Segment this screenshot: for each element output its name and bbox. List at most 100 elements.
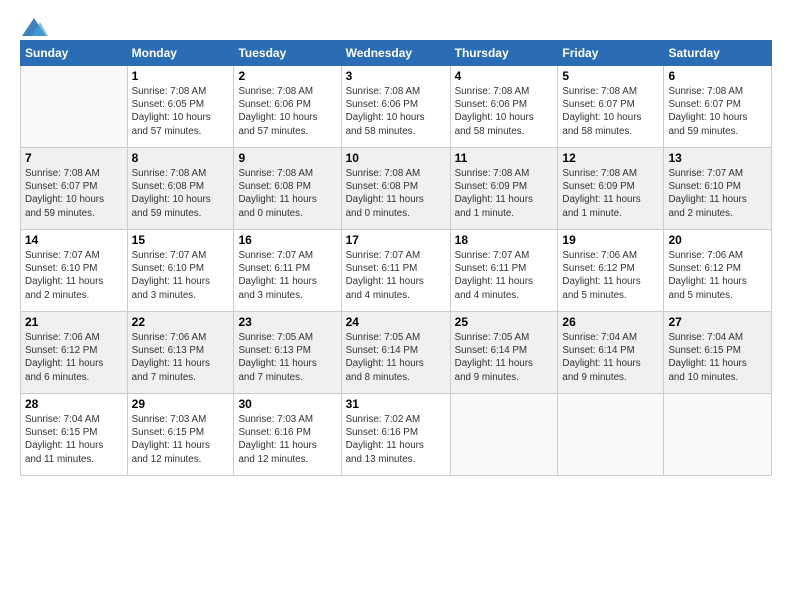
cell-date: 18 <box>455 233 554 247</box>
calendar-cell: 14 Sunrise: 7:07 AMSunset: 6:10 PMDayligh… <box>21 230 128 312</box>
calendar-cell: 29 Sunrise: 7:03 AMSunset: 6:15 PMDayligh… <box>127 394 234 476</box>
calendar-cell: 18Sunrise: 7:07 AMSunset: 6:11 PMDayligh… <box>450 230 558 312</box>
calendar-cell: 31Sunrise: 7:02 AMSunset: 6:16 PMDayligh… <box>341 394 450 476</box>
calendar-cell: 23 Sunrise: 7:05 AMSunset: 6:13 PMDayligh… <box>234 312 341 394</box>
cell-date: 12 <box>562 151 659 165</box>
cell-date: 20 <box>668 233 767 247</box>
cell-date: 15 <box>132 233 230 247</box>
cell-date: 7 <box>25 151 123 165</box>
cell-info: Sunrise: 7:05 AMSunset: 6:13 PMDaylight:… <box>238 331 336 384</box>
cell-info: Sunrise: 7:07 AMSunset: 6:10 PMDaylight:… <box>668 167 767 220</box>
cell-info: Sunrise: 7:03 AMSunset: 6:15 PMDaylight:… <box>132 413 230 466</box>
cell-date: 29 <box>132 397 230 411</box>
header <box>20 16 772 34</box>
cell-date: 26 <box>562 315 659 329</box>
day-header-sunday: Sunday <box>21 41 128 66</box>
cell-info: Sunrise: 7:08 AMSunset: 6:06 PMDaylight:… <box>455 85 554 138</box>
calendar-cell <box>21 66 128 148</box>
cell-date: 31 <box>346 397 446 411</box>
calendar-cell: 21 Sunrise: 7:06 AMSunset: 6:12 PMDayligh… <box>21 312 128 394</box>
calendar-cell: 10 Sunrise: 7:08 AMSunset: 6:08 PMDayligh… <box>341 148 450 230</box>
cell-info: Sunrise: 7:07 AMSunset: 6:10 PMDaylight:… <box>132 249 230 302</box>
cell-date: 25 <box>455 315 554 329</box>
calendar-cell: 15 Sunrise: 7:07 AMSunset: 6:10 PMDayligh… <box>127 230 234 312</box>
calendar-cell: 4 Sunrise: 7:08 AMSunset: 6:06 PMDaylight… <box>450 66 558 148</box>
calendar-cell: 9Sunrise: 7:08 AMSunset: 6:08 PMDaylight… <box>234 148 341 230</box>
calendar-week-row: 14 Sunrise: 7:07 AMSunset: 6:10 PMDayligh… <box>21 230 772 312</box>
cell-info: Sunrise: 7:08 AMSunset: 6:08 PMDaylight:… <box>238 167 336 220</box>
cell-date: 10 <box>346 151 446 165</box>
cell-info: Sunrise: 7:06 AMSunset: 6:12 PMDaylight:… <box>25 331 123 384</box>
cell-date: 2 <box>238 69 336 83</box>
calendar-week-row: 21 Sunrise: 7:06 AMSunset: 6:12 PMDayligh… <box>21 312 772 394</box>
cell-info: Sunrise: 7:05 AMSunset: 6:14 PMDaylight:… <box>346 331 446 384</box>
cell-info: Sunrise: 7:08 AMSunset: 6:09 PMDaylight:… <box>562 167 659 220</box>
cell-info: Sunrise: 7:08 AMSunset: 6:06 PMDaylight:… <box>238 85 336 138</box>
calendar-cell: 30 Sunrise: 7:03 AMSunset: 6:16 PMDayligh… <box>234 394 341 476</box>
cell-date: 4 <box>455 69 554 83</box>
cell-date: 6 <box>668 69 767 83</box>
calendar-header: SundayMondayTuesdayWednesdayThursdayFrid… <box>21 41 772 66</box>
cell-info: Sunrise: 7:04 AMSunset: 6:15 PMDaylight:… <box>668 331 767 384</box>
cell-date: 8 <box>132 151 230 165</box>
cell-info: Sunrise: 7:08 AMSunset: 6:06 PMDaylight:… <box>346 85 446 138</box>
calendar-body: 1 Sunrise: 7:08 AMSunset: 6:05 PMDaylight… <box>21 66 772 476</box>
cell-info: Sunrise: 7:05 AMSunset: 6:14 PMDaylight:… <box>455 331 554 384</box>
cell-info: Sunrise: 7:06 AMSunset: 6:12 PMDaylight:… <box>668 249 767 302</box>
cell-info: Sunrise: 7:08 AMSunset: 6:05 PMDaylight:… <box>132 85 230 138</box>
calendar-cell: 27 Sunrise: 7:04 AMSunset: 6:15 PMDayligh… <box>664 312 772 394</box>
calendar-cell: 22Sunrise: 7:06 AMSunset: 6:13 PMDayligh… <box>127 312 234 394</box>
cell-info: Sunrise: 7:08 AMSunset: 6:07 PMDaylight:… <box>668 85 767 138</box>
cell-date: 27 <box>668 315 767 329</box>
logo-icon <box>20 16 48 38</box>
cell-info: Sunrise: 7:08 AMSunset: 6:08 PMDaylight:… <box>132 167 230 220</box>
calendar-cell: 25 Sunrise: 7:05 AMSunset: 6:14 PMDayligh… <box>450 312 558 394</box>
calendar-table: SundayMondayTuesdayWednesdayThursdayFrid… <box>20 40 772 476</box>
cell-date: 19 <box>562 233 659 247</box>
calendar-cell: 17Sunrise: 7:07 AMSunset: 6:11 PMDayligh… <box>341 230 450 312</box>
calendar-cell: 20 Sunrise: 7:06 AMSunset: 6:12 PMDayligh… <box>664 230 772 312</box>
cell-date: 24 <box>346 315 446 329</box>
calendar-cell: 28Sunrise: 7:04 AMSunset: 6:15 PMDayligh… <box>21 394 128 476</box>
day-header-tuesday: Tuesday <box>234 41 341 66</box>
cell-info: Sunrise: 7:06 AMSunset: 6:12 PMDaylight:… <box>562 249 659 302</box>
cell-info: Sunrise: 7:08 AMSunset: 6:08 PMDaylight:… <box>346 167 446 220</box>
calendar-cell: 8 Sunrise: 7:08 AMSunset: 6:08 PMDaylight… <box>127 148 234 230</box>
calendar-cell: 5Sunrise: 7:08 AMSunset: 6:07 PMDaylight… <box>558 66 664 148</box>
cell-info: Sunrise: 7:03 AMSunset: 6:16 PMDaylight:… <box>238 413 336 466</box>
calendar-cell <box>664 394 772 476</box>
calendar-cell: 26 Sunrise: 7:04 AMSunset: 6:14 PMDayligh… <box>558 312 664 394</box>
calendar-cell <box>558 394 664 476</box>
cell-date: 11 <box>455 151 554 165</box>
calendar-cell: 7 Sunrise: 7:08 AMSunset: 6:07 PMDaylight… <box>21 148 128 230</box>
calendar-cell: 16Sunrise: 7:07 AMSunset: 6:11 PMDayligh… <box>234 230 341 312</box>
calendar-week-row: 1 Sunrise: 7:08 AMSunset: 6:05 PMDaylight… <box>21 66 772 148</box>
day-header-monday: Monday <box>127 41 234 66</box>
cell-date: 14 <box>25 233 123 247</box>
logo <box>20 16 48 34</box>
calendar-week-row: 7 Sunrise: 7:08 AMSunset: 6:07 PMDaylight… <box>21 148 772 230</box>
calendar-cell: 3 Sunrise: 7:08 AMSunset: 6:06 PMDaylight… <box>341 66 450 148</box>
calendar-cell: 2 Sunrise: 7:08 AMSunset: 6:06 PMDaylight… <box>234 66 341 148</box>
calendar-cell: 24 Sunrise: 7:05 AMSunset: 6:14 PMDayligh… <box>341 312 450 394</box>
calendar-cell: 1 Sunrise: 7:08 AMSunset: 6:05 PMDaylight… <box>127 66 234 148</box>
cell-date: 30 <box>238 397 336 411</box>
cell-date: 23 <box>238 315 336 329</box>
cell-date: 22 <box>132 315 230 329</box>
cell-info: Sunrise: 7:08 AMSunset: 6:07 PMDaylight:… <box>25 167 123 220</box>
cell-date: 28 <box>25 397 123 411</box>
calendar-cell: 6 Sunrise: 7:08 AMSunset: 6:07 PMDaylight… <box>664 66 772 148</box>
day-header-saturday: Saturday <box>664 41 772 66</box>
cell-date: 1 <box>132 69 230 83</box>
calendar-cell: 11Sunrise: 7:08 AMSunset: 6:09 PMDayligh… <box>450 148 558 230</box>
calendar-cell: 13Sunrise: 7:07 AMSunset: 6:10 PMDayligh… <box>664 148 772 230</box>
cell-date: 21 <box>25 315 123 329</box>
cell-info: Sunrise: 7:07 AMSunset: 6:11 PMDaylight:… <box>346 249 446 302</box>
cell-info: Sunrise: 7:08 AMSunset: 6:07 PMDaylight:… <box>562 85 659 138</box>
day-header-row: SundayMondayTuesdayWednesdayThursdayFrid… <box>21 41 772 66</box>
calendar-page: SundayMondayTuesdayWednesdayThursdayFrid… <box>0 0 792 612</box>
cell-info: Sunrise: 7:07 AMSunset: 6:11 PMDaylight:… <box>238 249 336 302</box>
cell-info: Sunrise: 7:07 AMSunset: 6:10 PMDaylight:… <box>25 249 123 302</box>
cell-info: Sunrise: 7:04 AMSunset: 6:14 PMDaylight:… <box>562 331 659 384</box>
cell-date: 3 <box>346 69 446 83</box>
